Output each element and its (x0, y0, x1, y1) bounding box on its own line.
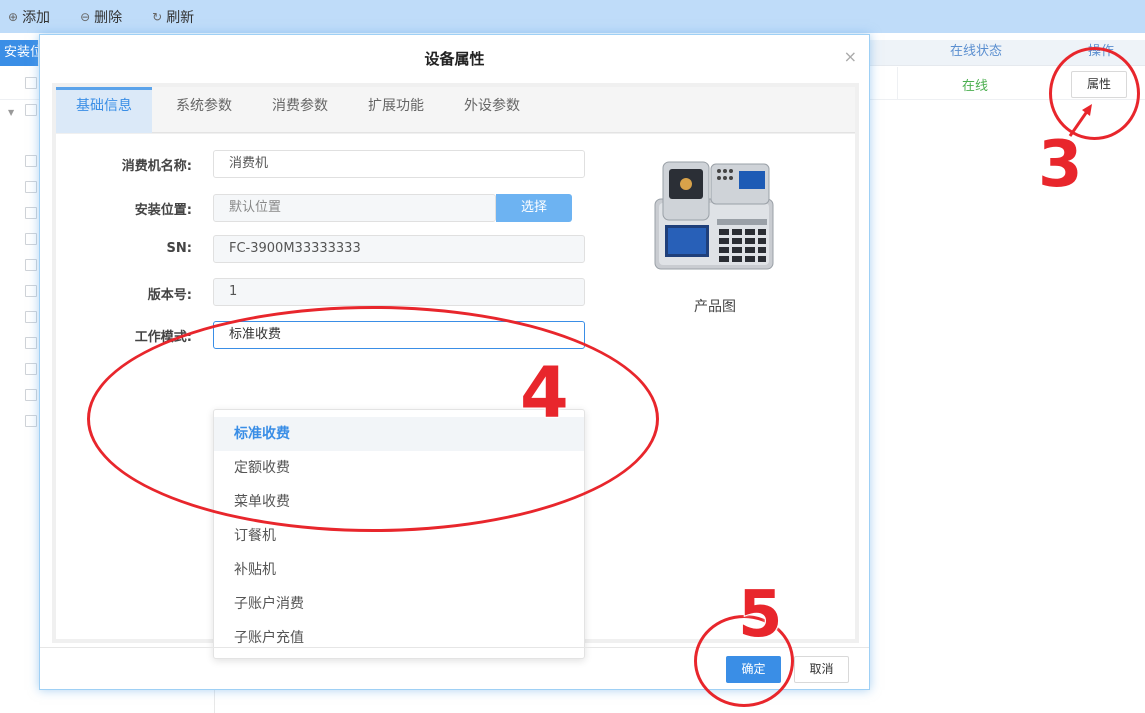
mode-option-subaccount-consume[interactable]: 子账户消费 (214, 587, 584, 621)
tab-peripheral-params[interactable]: 外设参数 (447, 87, 537, 133)
tree-checkbox[interactable] (25, 155, 37, 167)
tree-checkbox[interactable] (25, 207, 37, 219)
tab-bar: 基础信息 系统参数 消费参数 扩展功能 外设参数 (56, 87, 855, 133)
product-image-caption: 产品图 (694, 299, 736, 315)
mode-dropdown: 标准收费 定额收费 菜单收费 订餐机 补贴机 子账户消费 子账户充值 (213, 409, 585, 659)
tab-consume-params[interactable]: 消费参数 (255, 87, 345, 133)
mode-select[interactable]: 标准收费 (213, 321, 585, 349)
tree-checkbox[interactable] (25, 181, 37, 193)
mode-option-subsidy[interactable]: 补贴机 (214, 553, 584, 587)
add-button[interactable]: ⊕ 添加 (8, 7, 50, 27)
mode-option-menu[interactable]: 菜单收费 (214, 485, 584, 519)
refresh-icon: ↻ (152, 9, 163, 24)
column-divider (897, 67, 898, 100)
toolbar: ⊕ 添加 ⊖ 删除 ↻ 刷新 (0, 0, 1145, 33)
annotation-step-3: 3 (1037, 127, 1084, 203)
cancel-button[interactable]: 取消 (794, 656, 849, 683)
add-button-label: 添加 (22, 9, 51, 26)
mode-option-fixed[interactable]: 定额收费 (214, 451, 584, 485)
tree-checkbox[interactable] (25, 285, 37, 297)
plus-circle-icon: ⊕ (8, 9, 19, 24)
close-icon[interactable]: × (844, 47, 857, 66)
version-field: 1 (213, 278, 585, 306)
dialog-body: 基础信息 系统参数 消费参数 扩展功能 外设参数 消费机名称: 消费机 安装位置… (52, 83, 859, 659)
basic-info-panel: 消费机名称: 消费机 安装位置: 默认位置 选择 SN: FC-3900M333… (56, 134, 855, 659)
location-label: 安装位置: (134, 203, 192, 218)
refresh-button[interactable]: ↻ 刷新 (152, 7, 194, 27)
dialog-footer-divider (40, 647, 869, 648)
sn-label: SN: (166, 241, 192, 256)
refresh-button-label: 刷新 (166, 9, 195, 26)
annotation-arrow (1068, 104, 1092, 137)
version-label: 版本号: (147, 288, 192, 303)
dialog-title: 设备属性 (424, 50, 485, 68)
minus-circle-icon: ⊖ (80, 9, 91, 24)
table-header-location: 安装位 (0, 40, 38, 66)
confirm-button[interactable]: 确定 (726, 656, 781, 683)
tab-extensions[interactable]: 扩展功能 (351, 87, 441, 133)
tree-checkbox[interactable] (25, 104, 37, 116)
tree-checkbox[interactable] (25, 77, 37, 89)
tree-checkbox[interactable] (25, 233, 37, 245)
mode-option-subaccount-recharge[interactable]: 子账户充值 (214, 621, 584, 655)
device-properties-dialog: 设备属性 × 基础信息 系统参数 消费参数 扩展功能 外设参数 消费机名称: 消… (39, 34, 870, 690)
delete-button[interactable]: ⊖ 删除 (80, 7, 122, 27)
tree-checkbox[interactable] (25, 259, 37, 271)
tree-checkbox[interactable] (25, 389, 37, 401)
online-status: 在线 (962, 79, 989, 94)
name-label: 消费机名称: (121, 159, 192, 174)
mode-option-standard[interactable]: 标准收费 (214, 417, 584, 451)
select-location-button[interactable]: 选择 (496, 194, 572, 222)
mode-label: 工作模式: (134, 330, 192, 345)
properties-button[interactable]: 属性 (1071, 71, 1127, 98)
sn-field: FC-3900M33333333 (213, 235, 585, 263)
mode-option-ordering[interactable]: 订餐机 (214, 519, 584, 553)
name-input[interactable]: 消费机 (213, 150, 585, 178)
tab-basic-info[interactable]: 基础信息 (56, 87, 152, 133)
tab-system-params[interactable]: 系统参数 (159, 87, 249, 133)
app-root: ⊕ 添加 ⊖ 删除 ↻ 刷新 安装位 在线状态 操作 在线 属性 ▼ 设备属性 … (0, 0, 1145, 713)
location-input[interactable]: 默认位置 (213, 194, 496, 222)
tree-checkbox[interactable] (25, 363, 37, 375)
table-header-status: 在线状态 (950, 44, 1003, 59)
tree-checkbox[interactable] (25, 311, 37, 323)
tree-checkbox[interactable] (25, 337, 37, 349)
caret-down-icon[interactable]: ▼ (8, 108, 14, 117)
delete-button-label: 删除 (94, 9, 123, 26)
tree-checkbox[interactable] (25, 415, 37, 427)
product-image (654, 161, 774, 270)
table-header-action: 操作 (1088, 44, 1115, 59)
